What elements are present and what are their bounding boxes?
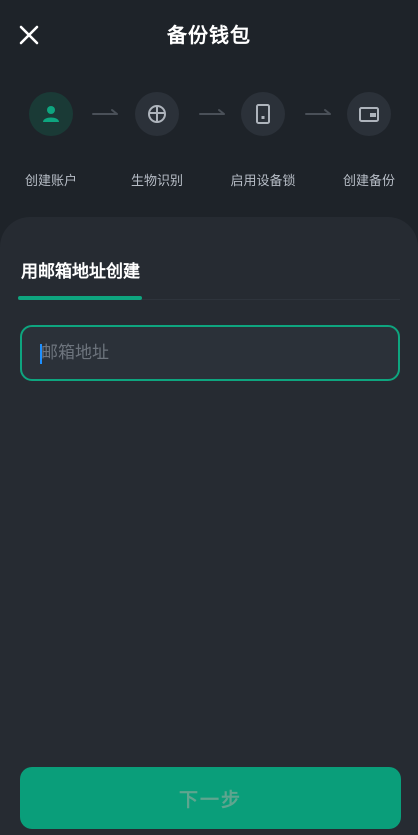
form-panel: 用邮箱地址创建	[0, 217, 418, 835]
page-title: 备份钱包	[167, 23, 251, 47]
step-label-device-lock: 启用设备锁	[230, 174, 296, 189]
step-1-user-icon	[29, 92, 73, 136]
arrow-right-icon	[199, 109, 225, 115]
biometric-icon	[148, 105, 166, 123]
device-lock-icon	[256, 104, 270, 124]
email-input[interactable]	[22, 327, 398, 379]
step-4-wallet	[347, 92, 391, 136]
step-2-biometric	[135, 92, 179, 136]
arrow-right-icon	[305, 109, 331, 115]
wallet-icon	[359, 107, 379, 122]
arrow-right-icon	[92, 109, 118, 115]
step-3-device-lock	[241, 92, 285, 136]
text-caret	[40, 344, 42, 364]
next-button[interactable]: 下一步	[20, 767, 401, 829]
email-field-container	[20, 325, 400, 381]
tab-email[interactable]: 用邮箱地址创建	[21, 257, 140, 282]
user-icon	[43, 106, 59, 122]
step-label-create-account: 创建账户	[24, 174, 77, 189]
step-label-create-backup: 创建备份	[342, 174, 395, 189]
tab-indicator	[18, 296, 142, 300]
step-label-biometric: 生物识别	[130, 174, 183, 189]
step-progress	[0, 92, 418, 138]
